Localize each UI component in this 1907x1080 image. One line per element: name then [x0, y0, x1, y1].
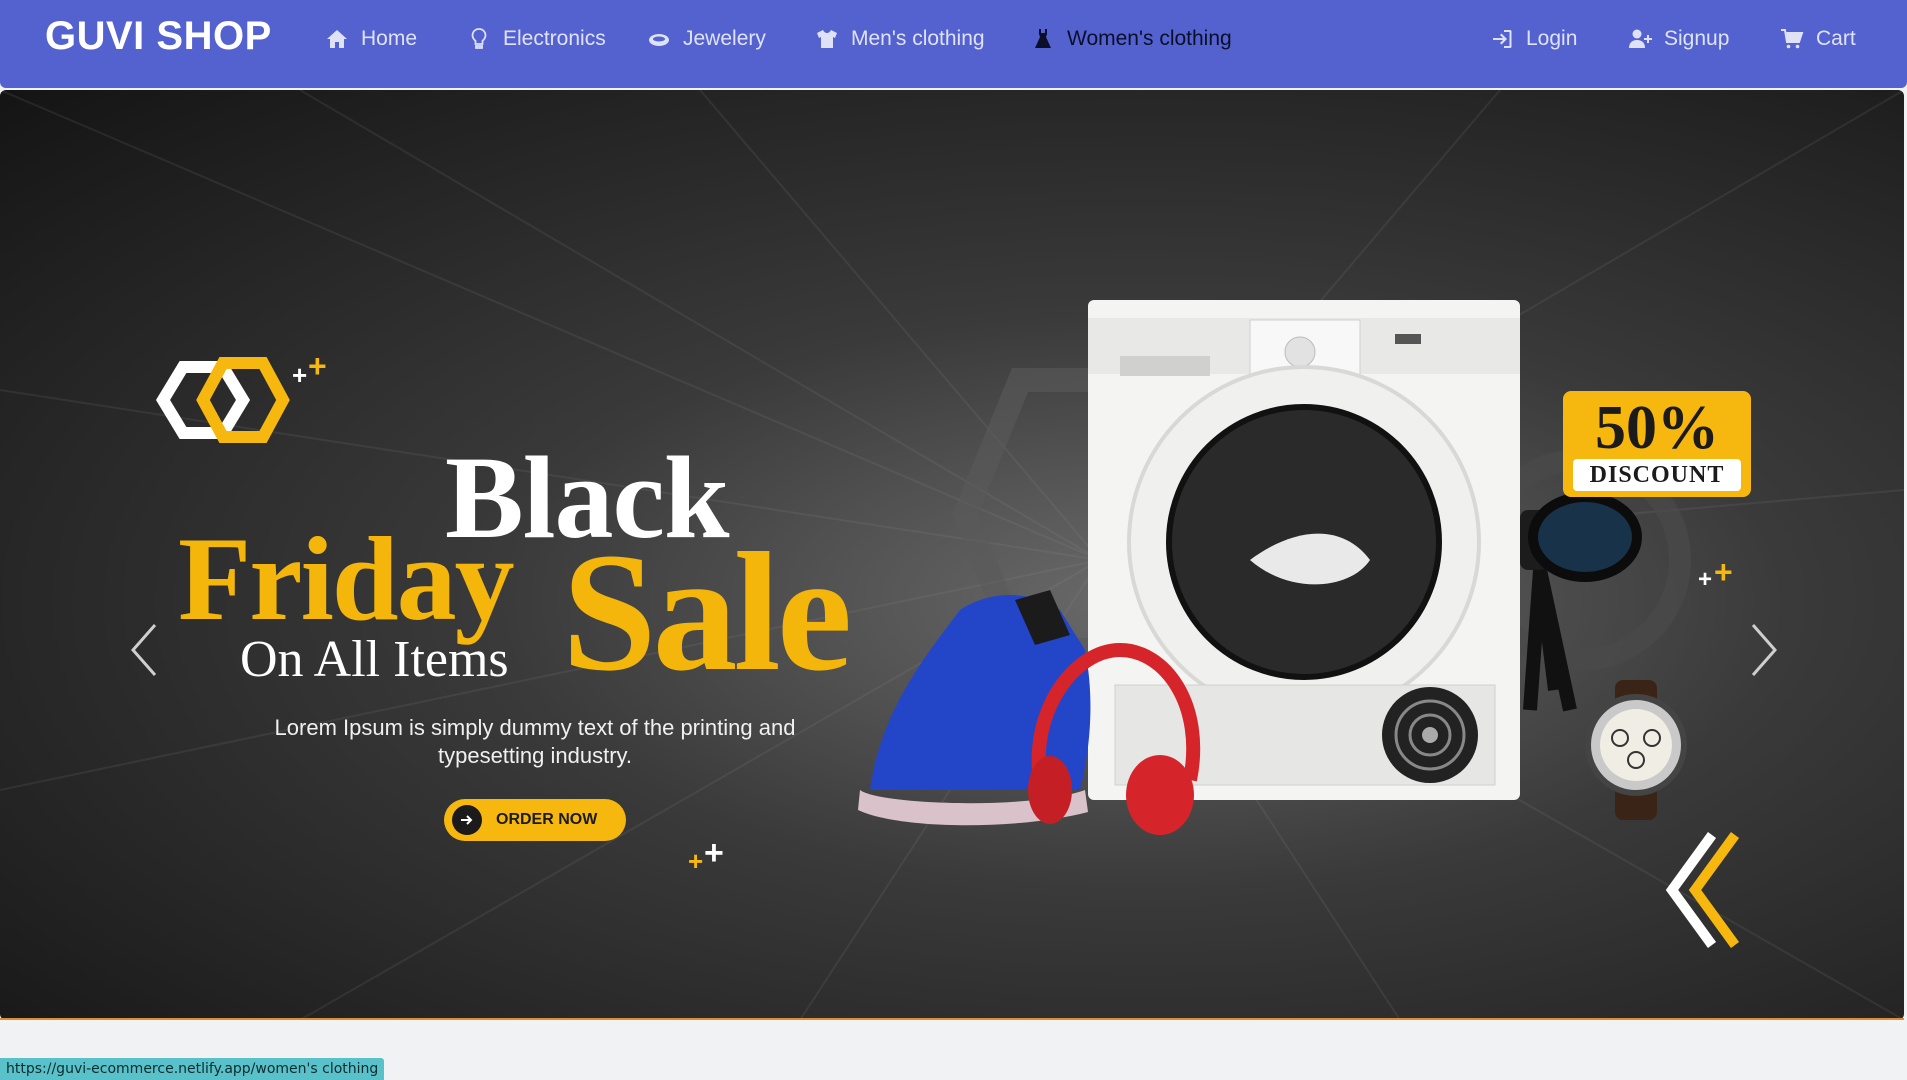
nav-jewelery[interactable]: Jewelery [647, 24, 766, 54]
nav-cart[interactable]: Cart [1780, 24, 1856, 54]
tshirt-icon [817, 30, 837, 48]
brand-logo[interactable]: GUVI SHOP [45, 14, 272, 59]
nav-cart-label: Cart [1816, 27, 1856, 50]
discount-label: DISCOUNT [1573, 459, 1741, 491]
carousel-next-icon[interactable] [1743, 620, 1783, 680]
top-navbar: GUVI SHOP Home Electronics Jewelery Men'… [0, 0, 1907, 88]
nav-womens-clothing-label: Women's clothing [1067, 27, 1232, 50]
nav-signup[interactable]: Signup [1628, 24, 1729, 54]
hero-carousel: + + + + + + Black Friday Sale On All Ite… [0, 90, 1904, 1020]
nav-home[interactable]: Home [325, 24, 417, 54]
login-icon [1493, 30, 1512, 48]
nav-electronics[interactable]: Electronics [467, 24, 606, 54]
nav-home-label: Home [361, 27, 418, 50]
nav-mens-clothing-label: Men's clothing [851, 27, 985, 50]
user-plus-icon [1629, 29, 1652, 48]
nav-electronics-label: Electronics [503, 27, 606, 50]
discount-badge: 50% DISCOUNT [1563, 391, 1751, 497]
products-illustration [858, 300, 1740, 948]
discount-percent: 50% [1595, 394, 1719, 462]
carousel-prev-icon[interactable] [125, 620, 165, 680]
nav-login[interactable]: Login [1490, 24, 1577, 54]
hero-bottom-border [0, 1018, 1904, 1020]
nav-womens-clothing[interactable]: Women's clothing [1031, 24, 1232, 54]
nav-jewelery-label: Jewelery [683, 27, 766, 50]
nav-mens-clothing[interactable]: Men's clothing [815, 24, 985, 54]
home-icon [327, 30, 347, 48]
nav-signup-label: Signup [1664, 27, 1730, 50]
ring-icon [649, 34, 669, 46]
cart-icon [1781, 29, 1804, 49]
lightbulb-icon [471, 28, 487, 49]
nav-login-label: Login [1526, 27, 1578, 50]
status-bar-url: https://guvi-ecommerce.netlify.app/women… [0, 1058, 385, 1080]
dress-icon [1035, 29, 1051, 48]
